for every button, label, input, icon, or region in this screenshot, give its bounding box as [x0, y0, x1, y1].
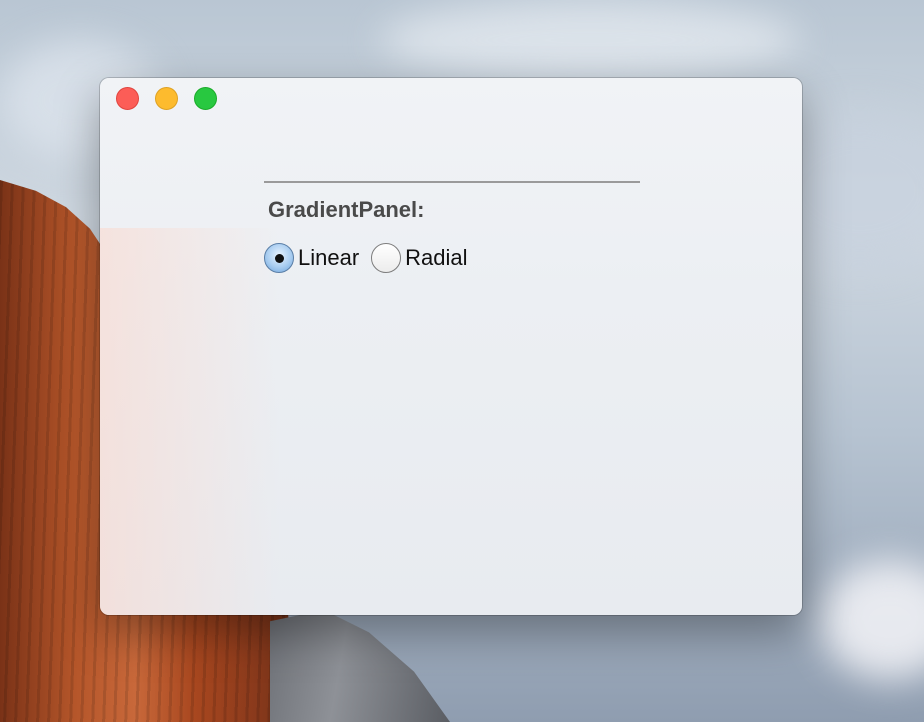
cloud-decoration	[820, 560, 924, 680]
radio-button-radial[interactable]	[371, 243, 402, 273]
cloud-decoration	[380, 0, 800, 80]
gradient-panel: GradientPanel: Linear Radial	[264, 181, 640, 273]
radio-label-radial[interactable]: Radial	[405, 245, 467, 271]
radio-selected-dot	[274, 253, 284, 263]
panel-separator	[264, 181, 640, 183]
close-window-button[interactable]	[116, 87, 139, 110]
rock-decoration	[270, 610, 450, 722]
zoom-window-button[interactable]	[194, 87, 217, 110]
radio-option-linear[interactable]: Linear	[264, 243, 359, 273]
window-controls	[116, 87, 217, 110]
panel-title: GradientPanel:	[268, 197, 425, 222]
radio-option-radial[interactable]: Radial	[371, 243, 468, 273]
radio-label-linear[interactable]: Linear	[298, 245, 359, 271]
gradient-type-radio-group: Linear Radial	[264, 243, 640, 273]
minimize-window-button[interactable]	[155, 87, 178, 110]
radio-button-linear[interactable]	[264, 243, 294, 273]
app-window: GradientPanel: Linear Radial	[100, 78, 802, 615]
